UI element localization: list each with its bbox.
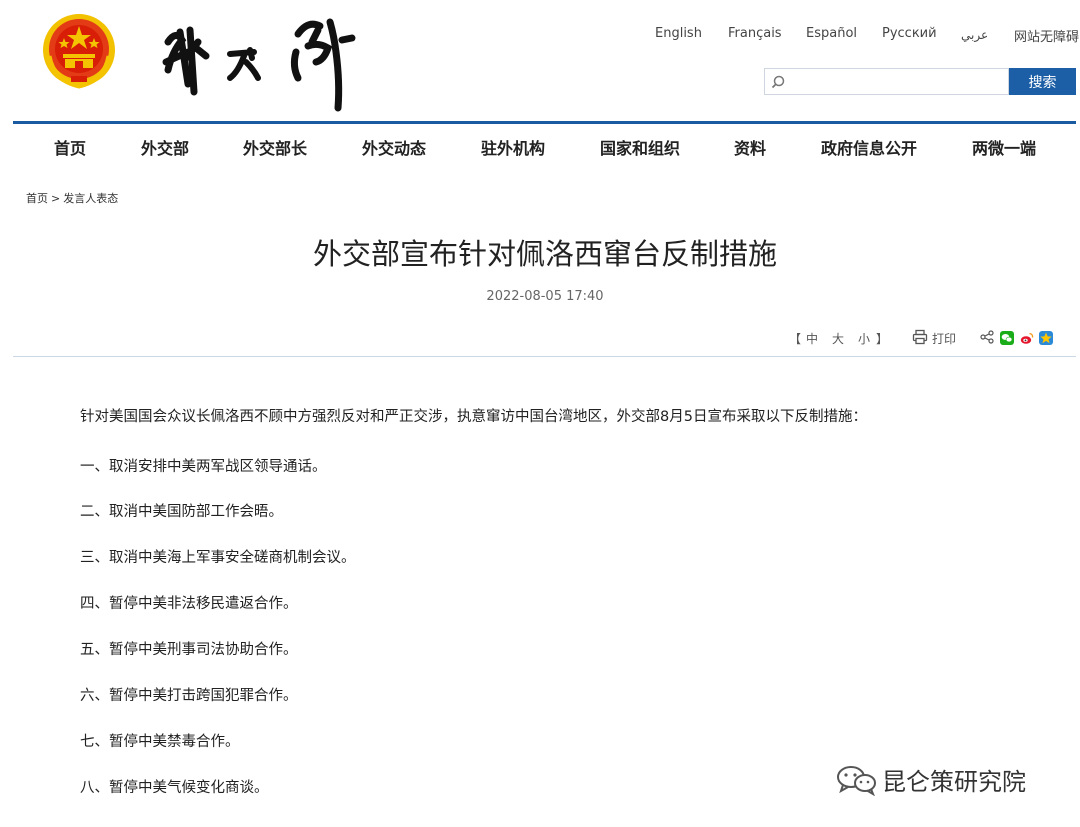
search-button[interactable]: 搜索 — [1009, 68, 1076, 95]
article-paragraph: 一、取消安排中美两军战区领导通话。 — [80, 459, 327, 475]
article-paragraph: 六、暂停中美打击跨国犯罪合作。 — [80, 688, 298, 704]
print-link[interactable]: 打印 — [932, 330, 956, 347]
nav-item-government-info[interactable]: 政府信息公开 — [821, 135, 917, 159]
article-paragraph: 三、取消中美海上军事安全磋商机制会议。 — [80, 550, 356, 566]
national-emblem — [41, 12, 117, 90]
search-input[interactable] — [764, 68, 1009, 95]
breadcrumb-spokesperson-link[interactable]: 发言人表态 — [63, 192, 118, 205]
wechat-icon[interactable] — [1000, 331, 1014, 345]
print-icon[interactable] — [912, 329, 928, 348]
lang-french-link[interactable]: Français — [728, 26, 782, 41]
qzone-icon[interactable] — [1039, 331, 1053, 345]
article-title: 外交部宣布针对佩洛西窜台反制措施 — [312, 237, 777, 271]
breadcrumb-home-link[interactable]: 首页 — [26, 192, 48, 205]
nav-item-missions-overseas[interactable]: 驻外机构 — [481, 135, 545, 159]
font-size-bracket-close: 】 — [876, 332, 889, 346]
article-tools: 【 中 大 小 】 打印 — [0, 329, 1080, 348]
nav-item-countries-organizations[interactable]: 国家和组织 — [600, 135, 680, 159]
lang-english-link[interactable]: English — [655, 26, 702, 41]
breadcrumb: 首页 > 发言人表态 — [26, 190, 118, 206]
article-paragraph-intro: 针对美国国会众议长佩洛西不顾中方强烈反对和严正交涉，执意窜访中国台湾地区，外交部… — [80, 409, 867, 425]
article-paragraph: 四、暂停中美非法移民遣返合作。 — [80, 596, 298, 612]
wechat-watermark-icon — [836, 764, 878, 800]
search-icon — [771, 74, 785, 89]
watermark-text: 昆仑策研究院 — [882, 768, 1026, 796]
nav-item-home[interactable]: 首页 — [54, 135, 86, 159]
nav-item-diplomatic-news[interactable]: 外交动态 — [362, 135, 426, 159]
nav-item-social-media[interactable]: 两微一端 — [972, 135, 1036, 159]
language-bar: English Français Español Русский عربي 网站… — [0, 26, 1080, 46]
nav-item-resources[interactable]: 资料 — [734, 135, 766, 159]
font-size-bracket-open: 【 — [789, 332, 802, 346]
share-icon[interactable] — [980, 330, 994, 347]
weibo-icon[interactable] — [1020, 331, 1034, 345]
lang-russian-link[interactable]: Русский — [882, 26, 937, 41]
search-bar: 搜索 — [764, 68, 1076, 95]
article-divider — [13, 356, 1076, 357]
font-size-medium-button[interactable]: 中 — [806, 330, 818, 347]
nav-item-ministry[interactable]: 外交部 — [141, 135, 189, 159]
font-size-large-button[interactable]: 大 — [832, 330, 844, 347]
breadcrumb-separator: > — [51, 192, 61, 205]
main-nav: 首页 外交部 外交部长 外交动态 驻外机构 国家和组织 资料 政府信息公开 两微… — [0, 135, 1080, 159]
article-paragraph: 七、暂停中美禁毒合作。 — [80, 734, 240, 750]
header-divider — [13, 121, 1076, 124]
watermark: 昆仑策研究院 — [832, 762, 1062, 797]
article-paragraph: 五、暂停中美刑事司法协助合作。 — [80, 642, 298, 658]
lang-arabic-link[interactable]: عربي — [961, 28, 988, 42]
article-paragraph: 二、取消中美国防部工作会晤。 — [80, 504, 283, 520]
accessibility-link[interactable]: 网站无障碍 — [1014, 26, 1079, 45]
article-paragraph: 八、暂停中美气候变化商谈。 — [80, 780, 269, 796]
lang-spanish-link[interactable]: Español — [806, 26, 857, 41]
font-size-small-button[interactable]: 小 — [858, 330, 870, 347]
nav-item-minister[interactable]: 外交部长 — [243, 135, 307, 159]
article-date: 2022-08-05 17:40 — [486, 289, 604, 304]
